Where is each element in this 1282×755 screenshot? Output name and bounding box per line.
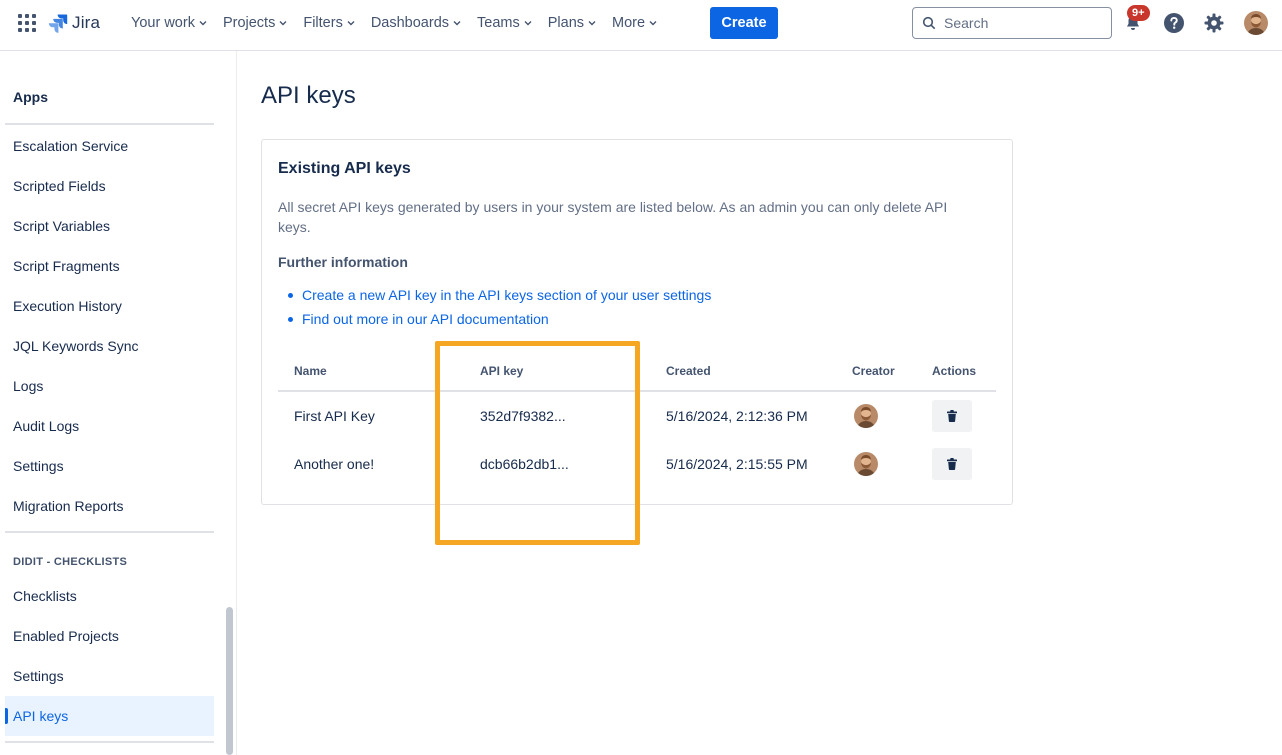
row-name: Another one! bbox=[294, 456, 375, 472]
api-documentation-link[interactable]: Find out more in our API documentation bbox=[302, 311, 549, 327]
chevron-down-icon bbox=[453, 21, 461, 26]
row-created: 5/16/2024, 2:12:36 PM bbox=[666, 408, 808, 424]
card-description: All secret API keys generated by users i… bbox=[278, 199, 948, 235]
sidebar-item-enabled-projects[interactable]: Enabled Projects bbox=[5, 616, 214, 656]
jira-logo-icon bbox=[48, 14, 68, 33]
page-title: API keys bbox=[261, 82, 356, 109]
nav-projects[interactable]: Projects bbox=[215, 7, 295, 39]
help-icon bbox=[1164, 13, 1184, 33]
sidebar-divider bbox=[5, 531, 214, 533]
sidebar-item-script-variables[interactable]: Script Variables bbox=[5, 206, 214, 246]
further-information-heading: Further information bbox=[278, 254, 408, 270]
info-links: Create a new API key in the API keys sec… bbox=[287, 283, 711, 331]
jira-logo[interactable]: Jira bbox=[48, 12, 100, 34]
app-switcher-icon[interactable] bbox=[18, 14, 36, 32]
nav-filters[interactable]: Filters bbox=[295, 7, 362, 39]
sidebar-item-scripted-fields[interactable]: Scripted Fields bbox=[5, 166, 214, 206]
help-button[interactable] bbox=[1162, 11, 1186, 35]
column-header-created: Created bbox=[666, 364, 711, 378]
create-api-key-link[interactable]: Create a new API key in the API keys sec… bbox=[302, 287, 711, 303]
chevron-down-icon bbox=[199, 21, 207, 26]
sidebar-scrollbar[interactable] bbox=[226, 607, 233, 755]
sidebar-item-logs[interactable]: Logs bbox=[5, 366, 214, 406]
sidebar-item-checklists[interactable]: Checklists bbox=[5, 576, 214, 616]
sidebar: Apps Escalation Service Scripted Fields … bbox=[0, 51, 237, 755]
nav-your-work[interactable]: Your work bbox=[123, 7, 215, 39]
nav-teams[interactable]: Teams bbox=[469, 7, 540, 39]
trash-icon bbox=[947, 458, 957, 470]
nav-dashboards-label: Dashboards bbox=[370, 15, 450, 31]
chevron-down-icon bbox=[649, 21, 657, 26]
creator-avatar bbox=[854, 452, 878, 476]
chevron-down-icon bbox=[279, 21, 287, 26]
sidebar-item-settings[interactable]: Settings bbox=[5, 446, 214, 486]
nav-teams-label: Teams bbox=[477, 15, 520, 31]
settings-button[interactable] bbox=[1202, 11, 1226, 35]
row-name: First API Key bbox=[294, 408, 375, 424]
search-box[interactable] bbox=[912, 7, 1112, 39]
api-key-column-highlight bbox=[435, 341, 640, 545]
gear-icon bbox=[1204, 13, 1224, 33]
nav-projects-label: Projects bbox=[222, 15, 276, 31]
sidebar-item-migration-reports[interactable]: Migration Reports bbox=[5, 486, 214, 526]
nav-more-label: More bbox=[612, 15, 646, 31]
sidebar-item-escalation-service[interactable]: Escalation Service bbox=[5, 126, 214, 166]
sidebar-item-execution-history[interactable]: Execution History bbox=[5, 286, 214, 326]
sidebar-item-script-fragments[interactable]: Script Fragments bbox=[5, 246, 214, 286]
sidebar-item-checklist-settings[interactable]: Settings bbox=[5, 656, 214, 696]
list-item: Find out more in our API documentation bbox=[287, 307, 711, 331]
nav-plans-label: Plans bbox=[547, 15, 585, 31]
list-item: Create a new API key in the API keys sec… bbox=[287, 283, 711, 307]
sidebar-item-jql-keywords-sync[interactable]: JQL Keywords Sync bbox=[5, 326, 214, 366]
nav-your-work-label: Your work bbox=[131, 15, 195, 31]
create-button[interactable]: Create bbox=[710, 7, 778, 39]
column-header-name: Name bbox=[294, 364, 327, 378]
chevron-down-icon bbox=[347, 21, 355, 26]
card-title: Existing API keys bbox=[278, 160, 411, 177]
sidebar-item-api-keys[interactable]: API keys bbox=[5, 696, 214, 736]
column-header-actions: Actions bbox=[932, 364, 977, 378]
primary-nav: Your work Projects Filters Dashboards Te… bbox=[123, 0, 665, 46]
row-created: 5/16/2024, 2:15:55 PM bbox=[666, 456, 808, 472]
top-navigation: Jira Your work Projects Filters Dashboar… bbox=[0, 0, 1282, 51]
nav-plans[interactable]: Plans bbox=[540, 7, 604, 39]
search-icon bbox=[922, 16, 936, 30]
column-header-creator: Creator bbox=[852, 364, 895, 378]
chevron-down-icon bbox=[588, 21, 596, 26]
nav-more[interactable]: More bbox=[604, 7, 665, 39]
avatar-image bbox=[854, 404, 878, 428]
sidebar-section-title: DIDIT - CHECKLISTS bbox=[13, 556, 128, 568]
user-avatar[interactable] bbox=[1244, 11, 1268, 35]
delete-key-button[interactable] bbox=[932, 448, 972, 480]
sidebar-title: Apps bbox=[13, 89, 48, 105]
nav-dashboards[interactable]: Dashboards bbox=[363, 7, 469, 39]
sidebar-divider bbox=[5, 741, 214, 743]
chevron-down-icon bbox=[524, 21, 532, 26]
logo-text: Jira bbox=[72, 13, 101, 32]
nav-filters-label: Filters bbox=[303, 15, 343, 31]
sidebar-item-audit-logs[interactable]: Audit Logs bbox=[5, 406, 214, 446]
sidebar-divider bbox=[5, 123, 214, 125]
avatar-image bbox=[1244, 11, 1268, 35]
search-input[interactable] bbox=[944, 15, 1104, 31]
avatar-image bbox=[854, 452, 878, 476]
delete-key-button[interactable] bbox=[932, 400, 972, 432]
creator-avatar bbox=[854, 404, 878, 428]
notifications-badge: 9+ bbox=[1127, 5, 1150, 21]
trash-icon bbox=[947, 410, 957, 422]
